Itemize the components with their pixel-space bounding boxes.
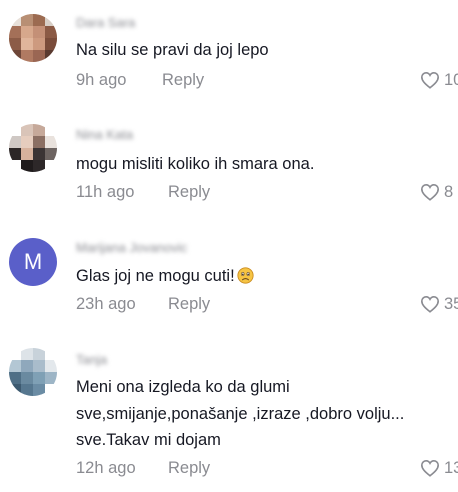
comment-text: mogu misliti koliko ih smara ona. — [76, 155, 315, 173]
comment-username[interactable]: Marijana Jovanovic — [76, 241, 187, 254]
comment-meta: 9h ago Reply — [76, 70, 204, 90]
like-count: 10 — [444, 70, 458, 89]
like-count: 8 — [444, 182, 454, 201]
like-count: 13 — [444, 458, 458, 477]
comment-meta: 12h ago Reply — [76, 458, 210, 478]
comment-text: Na silu se pravi da joj lepo — [76, 41, 269, 59]
avatar[interactable]: M — [9, 238, 57, 286]
like-count: 35 — [444, 294, 458, 313]
comment-text-content: Glas joj ne mogu cuti! — [76, 267, 235, 285]
comment-username[interactable]: Tanja — [76, 353, 107, 366]
sad-face-emoji — [237, 267, 254, 284]
avatar[interactable] — [9, 124, 57, 172]
reply-button[interactable]: Reply — [168, 294, 210, 314]
comment-meta: 23h ago Reply — [76, 294, 210, 314]
comment-username[interactable]: Dara Sara — [76, 16, 135, 29]
comment-text-line: sve.Takav mi dojam — [76, 431, 221, 449]
comment-text-line: sve,smijanje,ponašanje ,izraze ,dobro vo… — [76, 404, 405, 423]
comment-time: 12h ago — [76, 459, 136, 477]
reply-button[interactable]: Reply — [168, 182, 210, 202]
comment-time: 11h ago — [76, 183, 135, 201]
comment-time: 9h ago — [76, 71, 127, 89]
heart-icon — [420, 295, 440, 313]
avatar[interactable] — [9, 14, 57, 62]
comment-username[interactable]: Nina Kata — [76, 128, 133, 141]
comment-meta: 11h ago Reply — [76, 182, 210, 202]
heart-icon — [420, 459, 440, 477]
comment-text: Glas joj ne mogu cuti! — [76, 263, 446, 289]
heart-icon — [420, 71, 440, 89]
like-button[interactable]: 10 — [420, 70, 458, 90]
comment-text: Meni ona izgleda ko da glumi sve,smijanj… — [76, 374, 446, 454]
heart-icon — [420, 183, 440, 201]
reply-button[interactable]: Reply — [168, 458, 210, 478]
like-button[interactable]: 35 — [420, 294, 458, 314]
like-button[interactable]: 8 — [420, 182, 453, 202]
avatar[interactable] — [9, 348, 57, 396]
comment-text-line: Meni ona izgleda ko da glumi — [76, 378, 290, 396]
like-button[interactable]: 13 — [420, 458, 458, 478]
reply-button[interactable]: Reply — [162, 70, 204, 90]
comment-time: 23h ago — [76, 295, 136, 313]
